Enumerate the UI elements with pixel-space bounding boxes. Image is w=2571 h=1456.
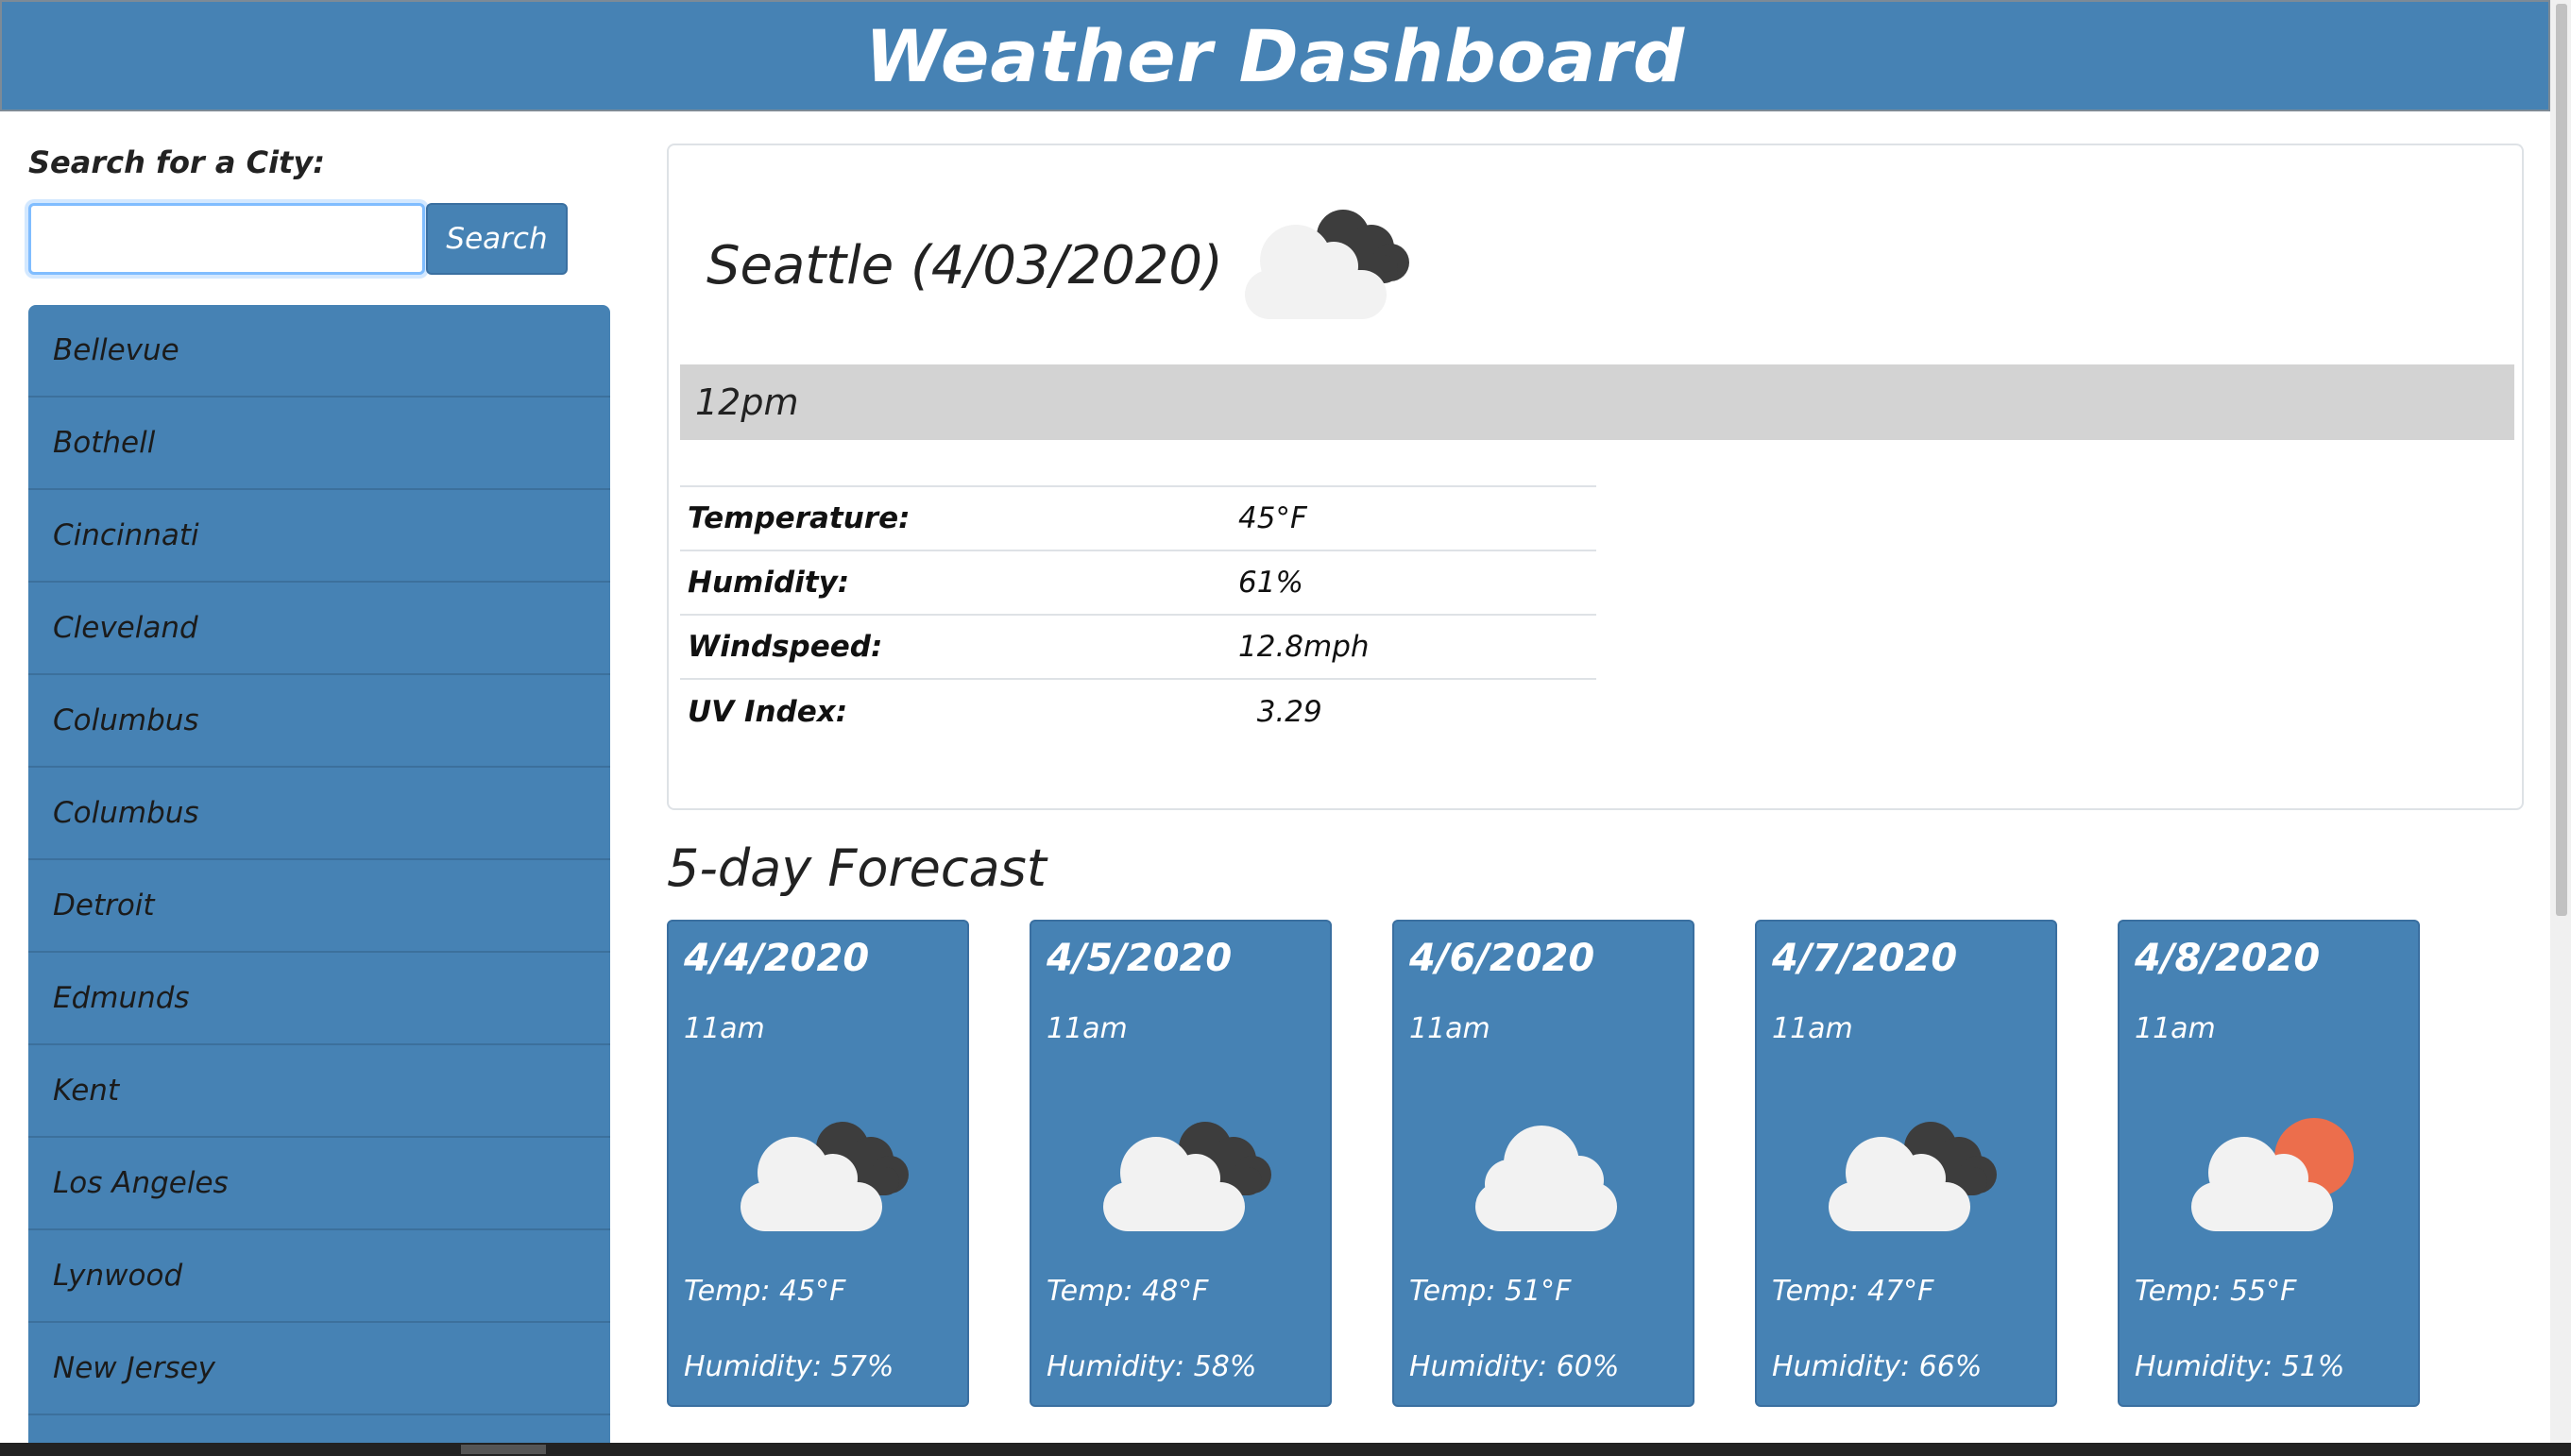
table-row: Humidity: 61% xyxy=(680,550,1596,615)
current-weather-card: Seattle (4/03/2020) 12pm Temperature: 45… xyxy=(667,144,2524,810)
forecast-date: 4/4/2020 xyxy=(684,937,870,980)
search-button[interactable]: Search xyxy=(426,203,568,275)
stat-label: Temperature: xyxy=(680,485,1231,550)
stat-value: 3.29 xyxy=(1231,678,1596,743)
forecast-card: 4/8/2020 11am Temp: 55°F Humidity: 51% xyxy=(2118,920,2420,1407)
forecast-temp: Temp: 47°F xyxy=(1772,1275,1934,1308)
city-item-columbus-2[interactable]: Columbus xyxy=(28,768,610,860)
forecast-time: 11am xyxy=(1047,1012,1128,1045)
forecast-card: 4/5/2020 11am Temp: 48°F Humidity: 58% xyxy=(1030,920,1332,1407)
dark-clouds-icon xyxy=(1829,1122,1997,1231)
forecast-title: 5-day Forecast xyxy=(667,838,1047,898)
horizontal-scrollbar[interactable] xyxy=(0,1443,2571,1456)
forecast-temp: Temp: 51°F xyxy=(1409,1275,1572,1308)
city-history-list: Bellevue Bothell Cincinnati Cleveland Co… xyxy=(28,305,610,1443)
forecast-date: 4/7/2020 xyxy=(1772,937,1958,980)
forecast-card: 4/6/2020 11am Temp: 51°F Humidity: 60% xyxy=(1392,920,1694,1407)
app-header: Weather Dashboard xyxy=(0,0,2550,111)
forecast-humidity: Humidity: 66% xyxy=(1772,1350,1983,1383)
forecast-temp: Temp: 55°F xyxy=(2135,1275,2297,1308)
vertical-scrollbar[interactable] xyxy=(2550,0,2571,1443)
city-item-columbus[interactable]: Columbus xyxy=(28,675,610,768)
current-city-date: Seattle (4/03/2020) xyxy=(707,235,1223,296)
forecast-card: 4/7/2020 11am Temp: 47°F Humidity: 66% xyxy=(1755,920,2057,1407)
stat-value: 45°F xyxy=(1231,485,1596,550)
scrollbar-thumb[interactable] xyxy=(2556,4,2567,916)
city-item-lynwood[interactable]: Lynwood xyxy=(28,1230,610,1323)
stat-label: UV Index: xyxy=(680,678,1231,743)
app-title: Weather Dashboard xyxy=(864,13,1686,98)
stat-label: Humidity: xyxy=(680,550,1231,615)
dark-clouds-icon xyxy=(1103,1122,1271,1231)
partly-cloudy-icon xyxy=(2191,1118,2354,1231)
table-row: Windspeed: 12.8mph xyxy=(680,614,1596,679)
city-search-input[interactable] xyxy=(28,203,425,275)
city-item-bellevue[interactable]: Bellevue xyxy=(28,305,610,398)
forecast-time: 11am xyxy=(2135,1012,2216,1045)
city-item-bothell[interactable]: Bothell xyxy=(28,398,610,490)
city-item-kent[interactable]: Kent xyxy=(28,1045,610,1138)
dark-clouds-icon xyxy=(741,1122,909,1231)
forecast-time: 11am xyxy=(1409,1012,1490,1045)
forecast-temp: Temp: 45°F xyxy=(684,1275,846,1308)
city-item-partial[interactable] xyxy=(28,1415,610,1443)
table-row: UV Index: 3.29 xyxy=(680,678,1596,743)
forecast-date: 4/6/2020 xyxy=(1409,937,1595,980)
city-item-edmunds[interactable]: Edmunds xyxy=(28,953,610,1045)
table-row: Temperature: 45°F xyxy=(680,485,1596,550)
forecast-time: 11am xyxy=(1772,1012,1853,1045)
forecast-date: 4/5/2020 xyxy=(1047,937,1233,980)
dark-clouds-icon xyxy=(1245,210,1409,319)
forecast-time: 11am xyxy=(684,1012,765,1045)
stat-label: Windspeed: xyxy=(680,614,1231,679)
current-stats-table: Temperature: 45°F Humidity: 61% Windspee… xyxy=(680,485,1596,743)
cloud-icon xyxy=(1475,1126,1617,1231)
city-item-los-angeles[interactable]: Los Angeles xyxy=(28,1138,610,1230)
city-item-cincinnati[interactable]: Cincinnati xyxy=(28,490,610,583)
city-item-detroit[interactable]: Detroit xyxy=(28,860,610,953)
forecast-date: 4/8/2020 xyxy=(2135,937,2321,980)
forecast-humidity: Humidity: 58% xyxy=(1047,1350,1257,1383)
stat-value: 61% xyxy=(1231,550,1596,615)
forecast-humidity: Humidity: 60% xyxy=(1409,1350,1620,1383)
forecast-humidity: Humidity: 51% xyxy=(2135,1350,2345,1383)
forecast-card: 4/4/2020 11am Temp: 45°F Humidity: 57% xyxy=(667,920,969,1407)
city-item-cleveland[interactable]: Cleveland xyxy=(28,583,610,675)
forecast-temp: Temp: 48°F xyxy=(1047,1275,1209,1308)
search-label: Search for a City: xyxy=(28,144,325,180)
stat-value: 12.8mph xyxy=(1231,614,1596,679)
current-time-bar: 12pm xyxy=(680,364,2514,440)
city-item-new-jersey[interactable]: New Jersey xyxy=(28,1323,610,1415)
forecast-humidity: Humidity: 57% xyxy=(684,1350,894,1383)
horizontal-scrollbar-thumb[interactable] xyxy=(461,1445,546,1454)
